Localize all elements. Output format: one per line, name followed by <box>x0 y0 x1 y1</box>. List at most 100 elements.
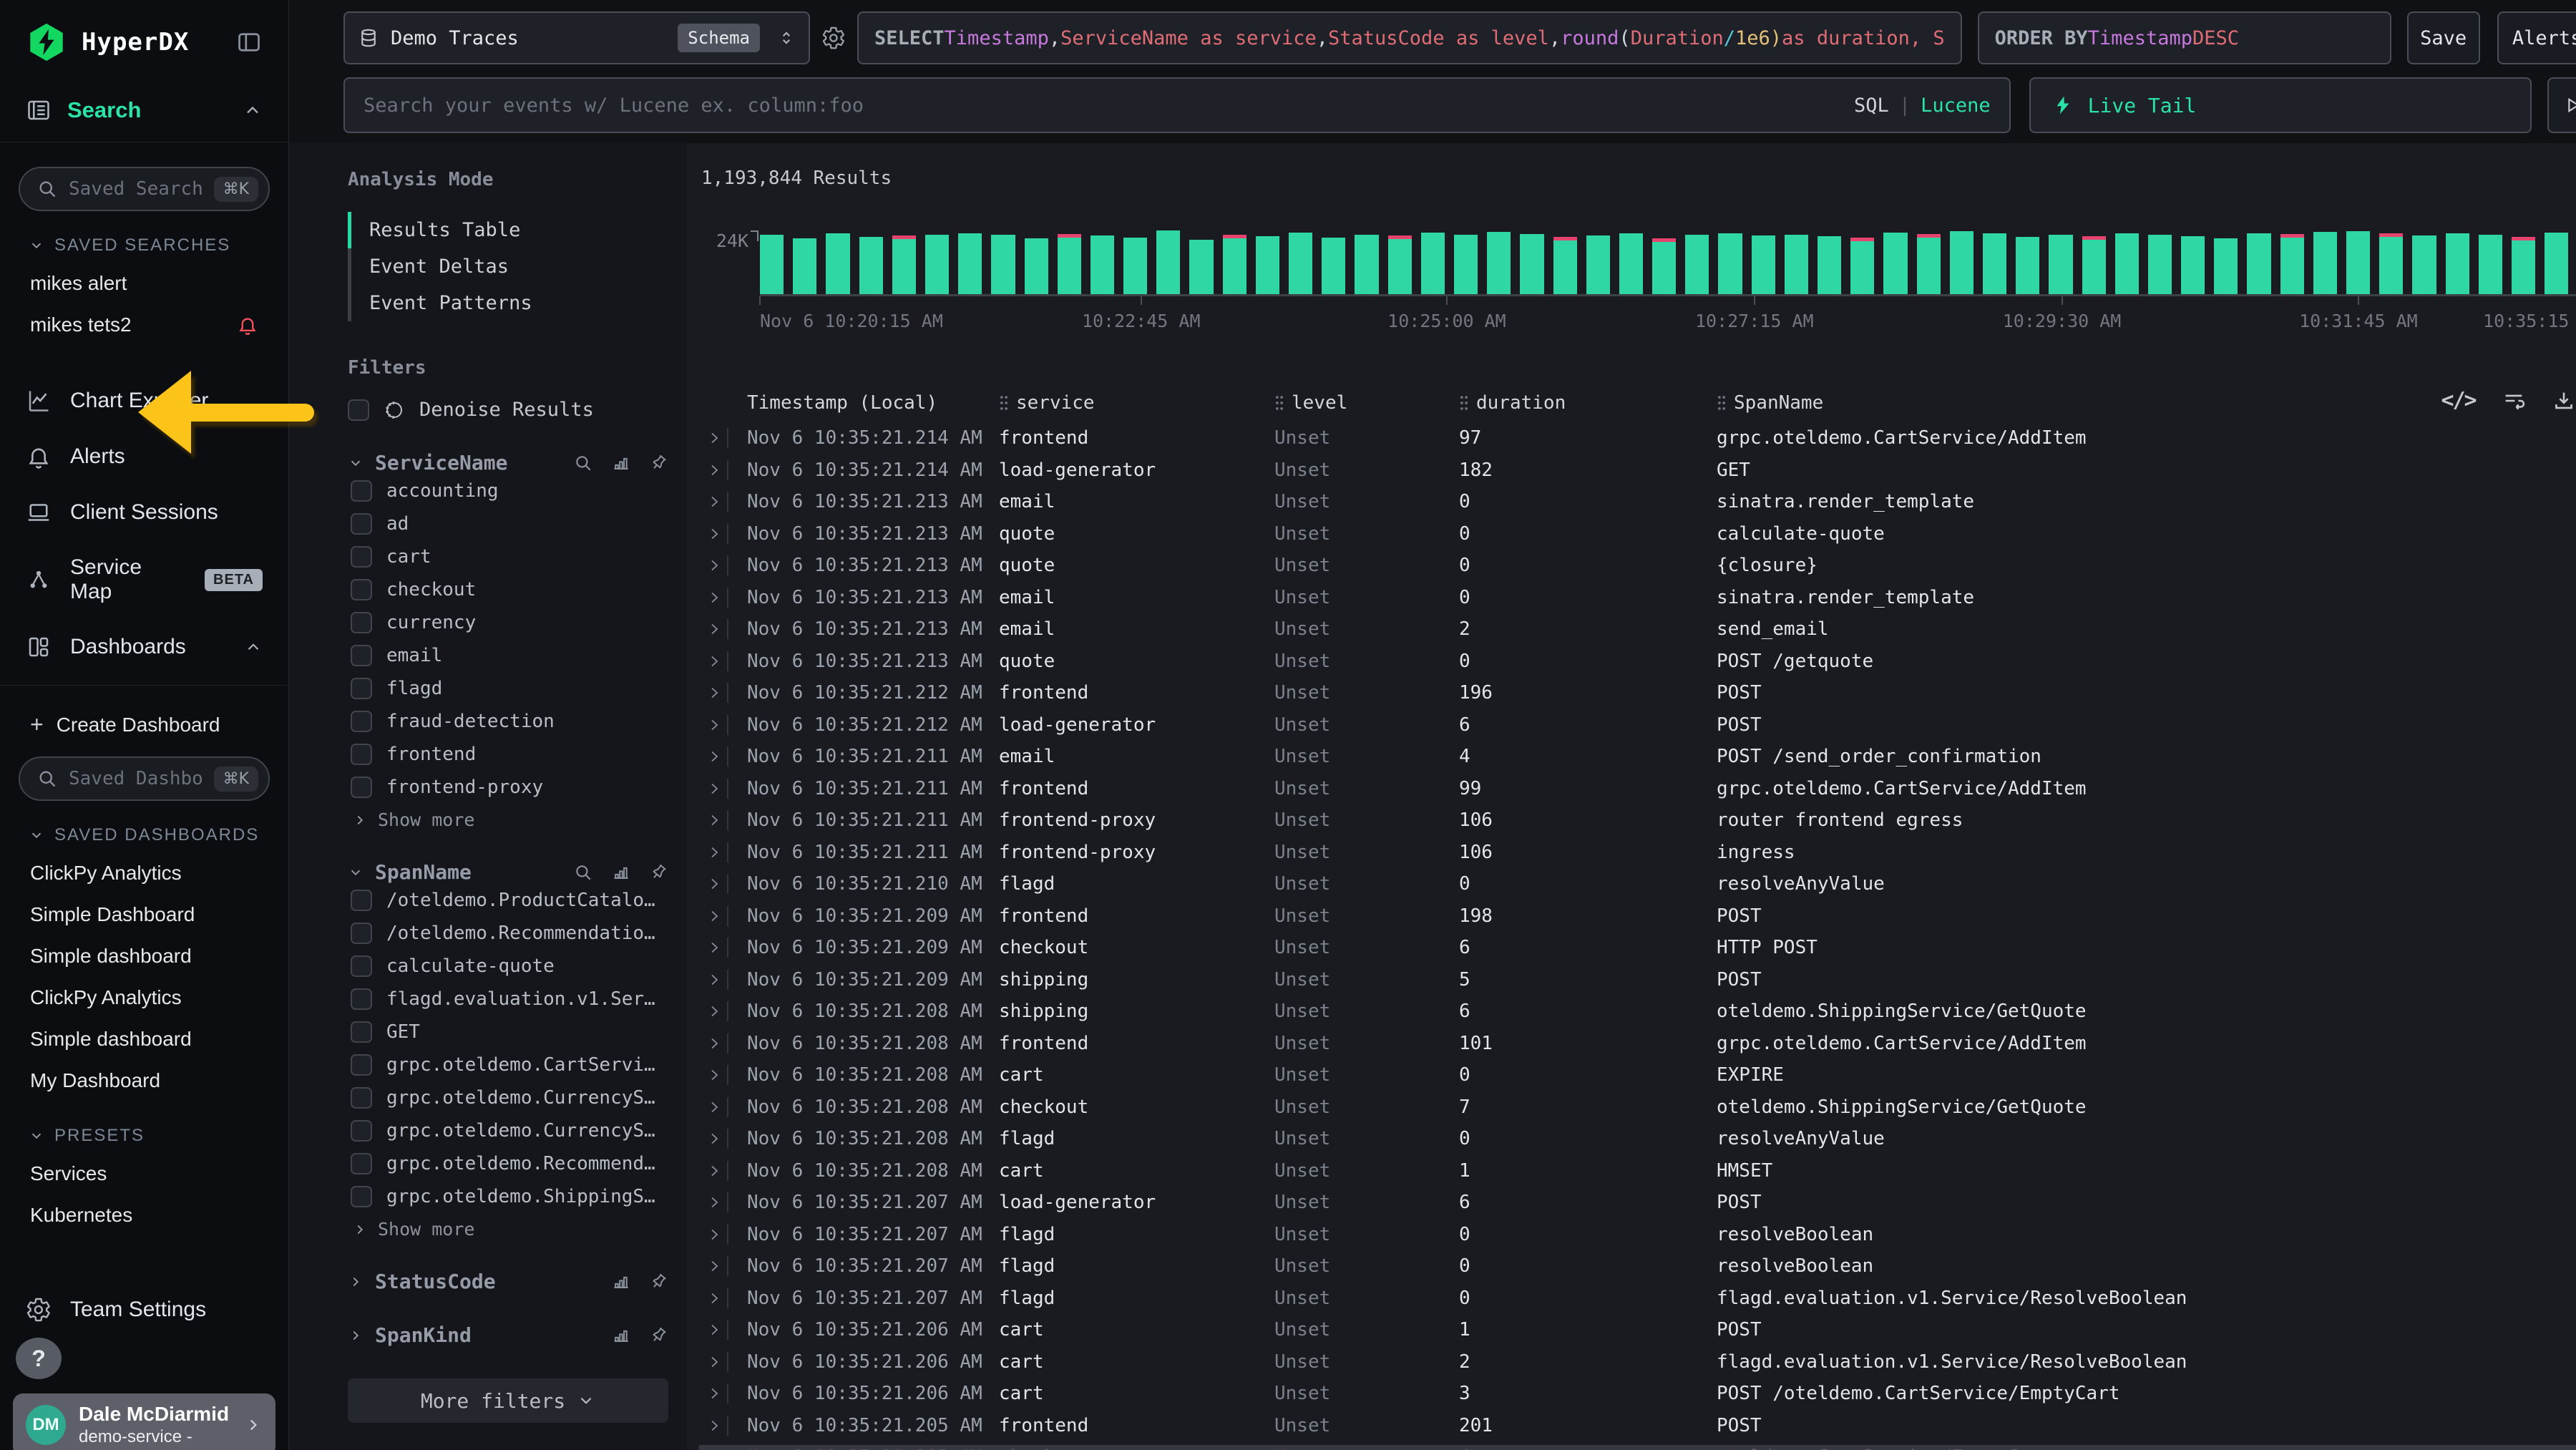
live-tail-button[interactable]: Live Tail <box>2029 77 2532 133</box>
expand-row-icon[interactable] <box>706 684 723 701</box>
histogram-bar[interactable] <box>2082 236 2106 294</box>
facet-option[interactable]: fraud-detection <box>348 705 668 738</box>
histogram-bar[interactable] <box>1091 235 1114 294</box>
histogram-bar[interactable] <box>892 235 916 294</box>
histogram-bar[interactable] <box>1850 238 1874 294</box>
checkbox[interactable] <box>351 546 372 568</box>
histogram-bar[interactable] <box>1223 235 1246 294</box>
histogram-bar[interactable] <box>2412 235 2436 294</box>
expand-row-icon[interactable] <box>706 589 723 606</box>
histogram-bar[interactable] <box>1421 233 1445 294</box>
table-row[interactable]: Nov 6 10:35:21.207 AMflagdUnset0flagd.ev… <box>698 1283 2576 1315</box>
saved-dashboard-item[interactable]: Simple Dashboard <box>19 894 270 935</box>
alerts-button[interactable]: Alerts <box>2497 11 2576 64</box>
facet-option[interactable]: grpc.oteldemo.CartServi… <box>348 1048 668 1081</box>
drag-handle-icon[interactable] <box>1717 395 1727 411</box>
expand-row-icon[interactable] <box>706 462 723 479</box>
search-icon[interactable] <box>574 454 592 472</box>
histogram-bar[interactable] <box>1950 231 1974 294</box>
expand-row-icon[interactable] <box>706 844 723 861</box>
table-row[interactable]: Nov 6 10:35:21.206 AMcartUnset2flagd.eva… <box>698 1346 2576 1378</box>
histogram-bar[interactable] <box>1025 238 1048 294</box>
saved-dashboard-item[interactable]: Simple dashboard <box>19 935 270 977</box>
histogram-bar[interactable] <box>2346 231 2370 294</box>
user-card[interactable]: DM Dale McDiarmid demo-service - <box>13 1393 275 1450</box>
checkbox[interactable] <box>351 513 372 535</box>
saved-searches-searchbox[interactable]: ⌘K <box>19 167 270 211</box>
histogram-bar[interactable] <box>2280 234 2304 294</box>
histogram-bar[interactable] <box>2379 233 2403 294</box>
facet-header-SpanKind[interactable]: SpanKind <box>348 1323 668 1347</box>
checkbox[interactable] <box>351 923 372 944</box>
source-settings-gear-icon[interactable] <box>821 26 846 50</box>
histogram-bar[interactable] <box>1718 233 1742 294</box>
facet-option[interactable]: frontend-proxy <box>348 771 668 804</box>
expand-row-icon[interactable] <box>706 1321 723 1338</box>
column-header-duration[interactable]: duration <box>1459 392 1717 414</box>
table-row[interactable]: Nov 6 10:35:21.208 AMfrontendUnset101grp… <box>698 1028 2576 1060</box>
histogram-bar[interactable] <box>2115 233 2139 294</box>
saved-dashboard-item[interactable]: ClickPy Analytics <box>19 852 270 894</box>
expand-row-icon[interactable] <box>706 429 723 447</box>
facet-option[interactable]: GET <box>348 1016 668 1048</box>
table-row[interactable]: Nov 6 10:35:21.207 AMload-generatorUnset… <box>698 1187 2576 1219</box>
checkbox[interactable] <box>351 1054 372 1076</box>
table-row[interactable]: Nov 6 10:35:21.207 AMflagdUnset0resolveB… <box>698 1219 2576 1251</box>
histogram-bar[interactable] <box>1256 236 1279 294</box>
lang-toggle-lucene[interactable]: Lucene <box>1921 94 1991 117</box>
histogram-bar[interactable] <box>1520 234 1543 294</box>
expand-row-icon[interactable] <box>706 971 723 988</box>
histogram-bar[interactable] <box>1553 237 1577 294</box>
expand-row-icon[interactable] <box>706 875 723 892</box>
help-button[interactable]: ? <box>16 1338 62 1379</box>
histogram-bar[interactable] <box>1123 238 1147 294</box>
checkbox[interactable] <box>348 399 369 421</box>
sidebar-item-alerts[interactable]: Alerts <box>0 429 288 485</box>
histogram-bar[interactable] <box>991 235 1015 294</box>
checkbox[interactable] <box>351 1087 372 1109</box>
expand-row-icon[interactable] <box>706 1385 723 1402</box>
table-row[interactable]: Nov 6 10:35:21.209 AMcheckoutUnset6HTTP … <box>698 932 2576 964</box>
histogram-bar[interactable] <box>2313 232 2337 294</box>
table-row[interactable]: Nov 6 10:35:21.214 AMload-generatorUnset… <box>698 454 2576 487</box>
table-row[interactable]: Nov 6 10:35:21.209 AMfrontendUnset198POS… <box>698 900 2576 933</box>
facet-option[interactable]: email <box>348 639 668 672</box>
expand-row-icon[interactable] <box>706 1099 723 1116</box>
checkbox[interactable] <box>351 645 372 666</box>
checkbox[interactable] <box>351 480 372 502</box>
download-icon[interactable] <box>2552 389 2576 413</box>
table-row[interactable]: Nov 6 10:35:21.209 AMshippingUnset5POST <box>698 964 2576 996</box>
histogram-bar[interactable] <box>1388 235 1412 294</box>
histogram-bar[interactable] <box>793 238 816 294</box>
expand-row-icon[interactable] <box>706 621 723 638</box>
code-view-icon[interactable]: </> <box>2441 388 2475 413</box>
sidebar-collapse-icon[interactable] <box>234 29 264 55</box>
facet-header-StatusCode[interactable]: StatusCode <box>348 1270 668 1293</box>
column-header-level[interactable]: level <box>1274 392 1459 414</box>
histogram-bar[interactable] <box>1619 233 1643 294</box>
histogram-bar[interactable] <box>1487 232 1511 294</box>
chevron-up-icon[interactable] <box>243 100 263 120</box>
histogram-bar[interactable] <box>2148 235 2172 294</box>
table-row[interactable]: Nov 6 10:35:21.211 AMfrontend-proxyUnset… <box>698 804 2576 837</box>
histogram-bar[interactable] <box>1189 240 1213 294</box>
column-header-service[interactable]: service <box>999 392 1274 414</box>
checkbox[interactable] <box>351 777 372 798</box>
saved-search-item[interactable]: mikes tets2 <box>19 304 270 346</box>
preset-item[interactable]: Kubernetes <box>19 1194 270 1236</box>
facet-option[interactable]: grpc.oteldemo.CurrencyS… <box>348 1114 668 1147</box>
expand-row-icon[interactable] <box>706 1066 723 1084</box>
expand-row-icon[interactable] <box>706 780 723 797</box>
pin-icon[interactable] <box>645 449 672 476</box>
histogram-bar[interactable] <box>1685 235 1709 294</box>
facet-option[interactable]: /oteldemo.ProductCatalo… <box>348 884 668 917</box>
pin-icon[interactable] <box>645 1321 672 1348</box>
expand-row-icon[interactable] <box>706 1353 723 1371</box>
expand-row-icon[interactable] <box>706 1162 723 1179</box>
histogram-bar[interactable] <box>1917 234 1941 294</box>
expand-row-icon[interactable] <box>706 939 723 956</box>
histogram-bar[interactable] <box>2512 237 2535 294</box>
analysis-mode-event-patterns[interactable]: Event Patterns <box>348 285 668 321</box>
table-row[interactable]: Nov 6 10:35:21.213 AMquoteUnset0calculat… <box>698 518 2576 550</box>
show-more-button[interactable]: Show more <box>352 1219 668 1240</box>
